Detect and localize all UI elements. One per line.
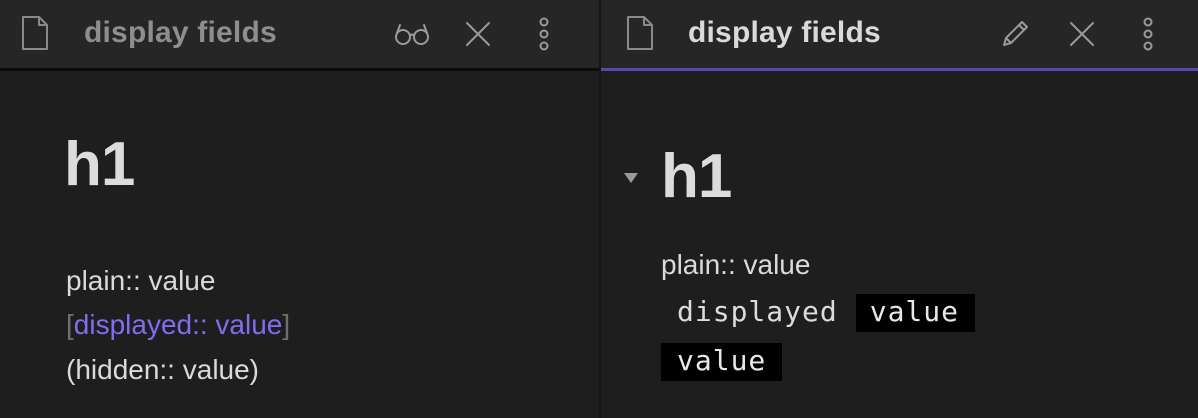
field-key: displayed (677, 295, 838, 328)
source-pane: display fields h1 plain:: value [display… (0, 0, 599, 418)
bracket-close: ] (282, 309, 291, 340)
document-icon (20, 16, 50, 50)
field-value: value (661, 343, 783, 381)
fold-arrow-icon[interactable] (623, 171, 639, 185)
bracket-open: [ (66, 309, 74, 340)
close-icon[interactable] (1064, 16, 1100, 52)
hidden-field-line: value (661, 343, 783, 381)
tab-header: display fields (0, 0, 599, 71)
workspace: display fields h1 plain:: value [display… (0, 0, 1198, 418)
preview-pane: display fields h1 plain:: value displaye… (601, 0, 1198, 418)
close-icon[interactable] (460, 16, 496, 52)
pencil-icon[interactable] (997, 16, 1033, 52)
plain-field-line: plain:: value (66, 265, 216, 296)
hidden-field-line: (hidden:: value) (66, 354, 260, 385)
field-value: value (855, 294, 976, 332)
heading-h1: h1 (661, 142, 732, 211)
displayed-field-line: [displayed:: value] (66, 309, 290, 341)
heading-h1: h1 (64, 130, 135, 199)
plain-field-line: plain:: value (661, 249, 811, 280)
displayed-field-text[interactable]: displayed:: value (74, 309, 283, 340)
document-icon (625, 16, 655, 50)
tab-header-active: display fields (601, 0, 1198, 71)
tab-title[interactable]: display fields (84, 16, 277, 50)
displayed-field-line: displayed value (661, 294, 976, 332)
reading-glasses-icon[interactable] (394, 16, 430, 52)
tab-title[interactable]: display fields (688, 16, 881, 50)
more-options-icon[interactable] (526, 16, 562, 52)
more-options-icon[interactable] (1130, 16, 1166, 52)
